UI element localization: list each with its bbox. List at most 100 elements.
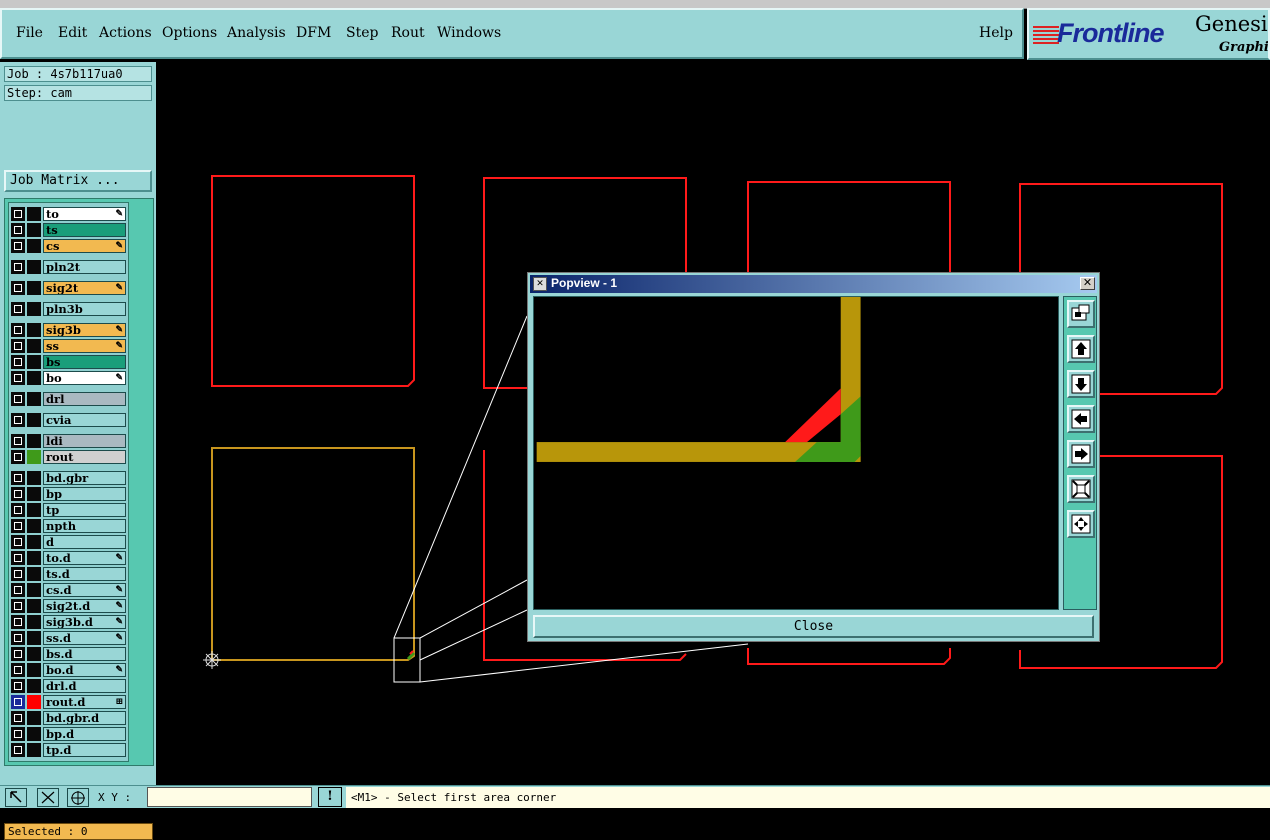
layer-row-bp[interactable]: bp <box>11 487 126 501</box>
layer-color-swatch[interactable] <box>27 679 41 693</box>
job-matrix-button[interactable]: Job Matrix ... <box>4 170 152 192</box>
layer-display-checkbox[interactable] <box>11 711 25 725</box>
layer-name[interactable]: cs.d ✎ <box>43 583 126 597</box>
layer-name[interactable]: tp <box>43 503 126 517</box>
zoom-home-icon[interactable] <box>1067 510 1095 538</box>
layer-display-checkbox[interactable] <box>11 567 25 581</box>
layer-color-swatch[interactable] <box>27 615 41 629</box>
layer-display-checkbox[interactable] <box>11 615 25 629</box>
layer-name[interactable]: cvia <box>43 413 126 427</box>
layer-name[interactable]: to.d ✎ <box>43 551 126 565</box>
menu-step[interactable]: Step <box>346 25 378 41</box>
layer-name[interactable]: cs ✎ <box>43 239 126 253</box>
pan-up-icon[interactable] <box>1067 335 1095 363</box>
layer-row-cvia[interactable]: cvia <box>11 413 126 427</box>
layer-name[interactable]: bs <box>43 355 126 369</box>
layer-name[interactable]: pln2t <box>43 260 126 274</box>
layer-name[interactable]: to ✎ <box>43 207 126 221</box>
layer-name[interactable]: drl.d <box>43 679 126 693</box>
menu-rout[interactable]: Rout <box>391 25 425 41</box>
xy-coordinate-input[interactable] <box>147 787 312 807</box>
close-icon[interactable]: ✕ <box>1080 277 1095 290</box>
layer-color-swatch[interactable] <box>27 413 41 427</box>
select-arrow-icon[interactable] <box>5 788 27 807</box>
layer-row-ts[interactable]: ts <box>11 223 126 237</box>
layer-name[interactable]: d <box>43 535 126 549</box>
layer-display-checkbox[interactable] <box>11 239 25 253</box>
layer-row-sig2t[interactable]: sig2t ✎ <box>11 281 126 295</box>
layer-display-checkbox[interactable] <box>11 392 25 406</box>
pan-right-icon[interactable] <box>1067 440 1095 468</box>
menu-windows[interactable]: Windows <box>437 25 501 41</box>
layer-color-swatch[interactable] <box>27 599 41 613</box>
layer-row-cs[interactable]: cs ✎ <box>11 239 126 253</box>
layer-name[interactable]: tp.d <box>43 743 126 757</box>
layer-name[interactable]: ts.d <box>43 567 126 581</box>
layer-name[interactable]: bo.d ✎ <box>43 663 126 677</box>
layer-color-swatch[interactable] <box>27 355 41 369</box>
layer-row-to-d[interactable]: to.d ✎ <box>11 551 126 565</box>
layer-display-checkbox[interactable] <box>11 323 25 337</box>
layer-name[interactable]: npth <box>43 519 126 533</box>
layer-color-swatch[interactable] <box>27 503 41 517</box>
layer-display-checkbox[interactable] <box>11 413 25 427</box>
layer-row-bp-d[interactable]: bp.d <box>11 727 126 741</box>
layer-display-checkbox[interactable] <box>11 727 25 741</box>
layer-color-swatch[interactable] <box>27 743 41 757</box>
layer-color-swatch[interactable] <box>27 535 41 549</box>
layer-name[interactable]: ss ✎ <box>43 339 126 353</box>
layer-display-checkbox[interactable] <box>11 535 25 549</box>
layer-name[interactable]: bs.d <box>43 647 126 661</box>
measure-icon[interactable] <box>37 788 59 807</box>
layer-display-checkbox[interactable] <box>11 551 25 565</box>
layer-row-sig2t-d[interactable]: sig2t.d ✎ <box>11 599 126 613</box>
layer-display-checkbox[interactable] <box>11 583 25 597</box>
menu-analysis[interactable]: Analysis <box>227 25 286 41</box>
layer-row-drl-d[interactable]: drl.d <box>11 679 126 693</box>
layer-color-swatch[interactable] <box>27 371 41 385</box>
layer-display-checkbox[interactable] <box>11 281 25 295</box>
layer-name[interactable]: pln3b <box>43 302 126 316</box>
layer-list-scrollbar[interactable] <box>133 202 151 762</box>
layer-name[interactable]: bp.d <box>43 727 126 741</box>
layer-color-swatch[interactable] <box>27 434 41 448</box>
layer-row-pln2t[interactable]: pln2t <box>11 260 126 274</box>
layer-color-swatch[interactable] <box>27 323 41 337</box>
layer-display-checkbox[interactable] <box>11 355 25 369</box>
layer-row-cs-d[interactable]: cs.d ✎ <box>11 583 126 597</box>
layer-display-checkbox[interactable] <box>11 207 25 221</box>
layer-row-bo[interactable]: bo ✎ <box>11 371 126 385</box>
layer-row-ts-d[interactable]: ts.d <box>11 567 126 581</box>
layer-color-swatch[interactable] <box>27 339 41 353</box>
menu-actions[interactable]: Actions <box>99 25 152 41</box>
layer-display-checkbox[interactable] <box>11 663 25 677</box>
layer-name[interactable]: rout.d ⊞ <box>43 695 126 709</box>
layer-name[interactable]: sig2t.d ✎ <box>43 599 126 613</box>
layer-name[interactable]: bo ✎ <box>43 371 126 385</box>
layer-color-swatch[interactable] <box>27 519 41 533</box>
layer-row-pln3b[interactable]: pln3b <box>11 302 126 316</box>
menu-dfm[interactable]: DFM <box>296 25 331 41</box>
popview-canvas[interactable] <box>533 296 1059 610</box>
layer-display-checkbox[interactable] <box>11 599 25 613</box>
layer-color-swatch[interactable] <box>27 711 41 725</box>
layer-row-sig3b-d[interactable]: sig3b.d ✎ <box>11 615 126 629</box>
layer-display-checkbox[interactable] <box>11 302 25 316</box>
menu-help[interactable]: Help <box>979 25 1013 41</box>
layer-display-checkbox[interactable] <box>11 339 25 353</box>
layer-display-checkbox[interactable] <box>11 434 25 448</box>
layer-display-checkbox[interactable] <box>11 371 25 385</box>
layer-color-swatch[interactable] <box>27 207 41 221</box>
layer-row-bd-gbr-d[interactable]: bd.gbr.d <box>11 711 126 725</box>
layer-color-swatch[interactable] <box>27 727 41 741</box>
layer-color-swatch[interactable] <box>27 695 41 709</box>
zoom-fit-icon[interactable] <box>1067 475 1095 503</box>
layer-name[interactable]: sig3b ✎ <box>43 323 126 337</box>
layer-name[interactable]: bd.gbr <box>43 471 126 485</box>
layer-color-swatch[interactable] <box>27 302 41 316</box>
layer-row-sig3b[interactable]: sig3b ✎ <box>11 323 126 337</box>
layer-name[interactable]: drl <box>43 392 126 406</box>
menu-file[interactable]: File <box>16 25 43 41</box>
layer-color-swatch[interactable] <box>27 260 41 274</box>
layer-row-tp-d[interactable]: tp.d <box>11 743 126 757</box>
